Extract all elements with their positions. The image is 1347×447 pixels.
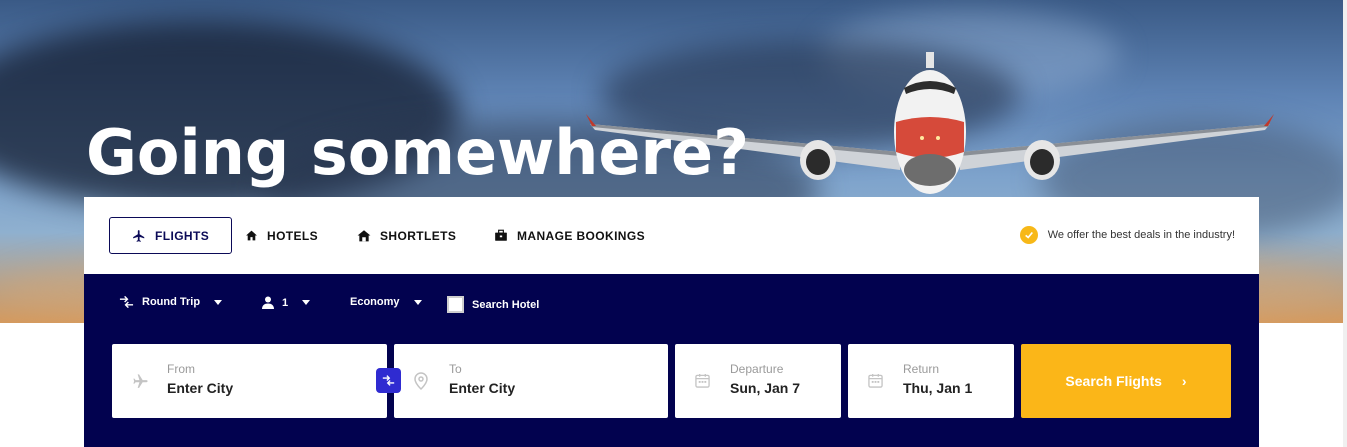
search-hotel-checkbox[interactable]: [447, 296, 464, 313]
trip-type-select[interactable]: Round Trip: [119, 296, 223, 308]
tab-label: MANAGE BOOKINGS: [517, 228, 646, 243]
from-label: From: [167, 362, 195, 376]
departure-value: Sun, Jan 7: [730, 380, 801, 396]
to-value: Enter City: [449, 380, 516, 396]
chevron-down-icon: [302, 300, 311, 305]
search-hotel-toggle[interactable]: Search Hotel: [447, 296, 539, 313]
search-flights-button[interactable]: Search Flights ›: [1021, 344, 1231, 418]
deal-note: We offer the best deals in the industry!: [1019, 226, 1235, 244]
calendar-icon: [695, 373, 710, 388]
search-flights-label: Search Flights: [1065, 373, 1162, 389]
departure-label: Departure: [730, 362, 784, 376]
passengers-value: 1: [282, 296, 289, 309]
tab-label: SHORTLETS: [380, 228, 457, 243]
swap-cities-button[interactable]: [376, 368, 401, 393]
home-icon: [246, 230, 257, 241]
booking-tabs: FLIGHTS HOTELS SHORTLETS MANAGE BOOKINGS…: [84, 197, 1259, 274]
passengers-select[interactable]: 1: [262, 296, 311, 309]
return-value: Thu, Jan 1: [903, 380, 973, 396]
tab-label: HOTELS: [267, 228, 319, 243]
chevron-down-icon: [214, 299, 223, 305]
plane-icon: [133, 229, 145, 242]
chevron-right-icon: ›: [1181, 373, 1187, 389]
tab-label: FLIGHTS: [155, 228, 210, 243]
swap-arrows-icon: [119, 296, 134, 308]
return-label: Return: [903, 362, 940, 376]
swap-arrows-icon: [382, 375, 395, 386]
search-hotel-label: Search Hotel: [472, 298, 540, 311]
tab-manage-bookings[interactable]: MANAGE BOOKINGS: [494, 217, 645, 254]
deal-note-text: We offer the best deals in the industry!: [1047, 229, 1235, 241]
calendar-icon: [868, 373, 883, 388]
person-icon: [262, 296, 274, 309]
from-value: Enter City: [167, 380, 234, 396]
cabin-class-value: Economy: [350, 296, 400, 308]
return-field[interactable]: Return Thu, Jan 1: [848, 344, 1014, 418]
departure-field[interactable]: Departure Sun, Jan 7: [675, 344, 841, 418]
page-scrollbar[interactable]: [1343, 0, 1347, 447]
house-icon: [357, 230, 371, 242]
from-field[interactable]: From Enter City: [112, 344, 387, 418]
cabin-class-select[interactable]: Economy: [350, 296, 422, 308]
check-circle-icon: [1019, 226, 1038, 244]
hero-headline: Going somewhere?: [86, 116, 750, 189]
tab-shortlets[interactable]: SHORTLETS: [357, 217, 456, 254]
briefcase-icon: [495, 229, 507, 241]
to-label: To: [449, 362, 462, 376]
tab-hotels[interactable]: HOTELS: [245, 217, 318, 254]
location-pin-icon: [414, 372, 428, 390]
flight-search-panel: Round Trip 1 Economy Search Hotel From E…: [84, 274, 1259, 447]
to-field[interactable]: To Enter City: [394, 344, 668, 418]
plane-icon: [133, 374, 148, 388]
trip-type-value: Round Trip: [142, 296, 201, 308]
tab-flights[interactable]: FLIGHTS: [109, 217, 233, 254]
chevron-down-icon: [413, 299, 422, 305]
